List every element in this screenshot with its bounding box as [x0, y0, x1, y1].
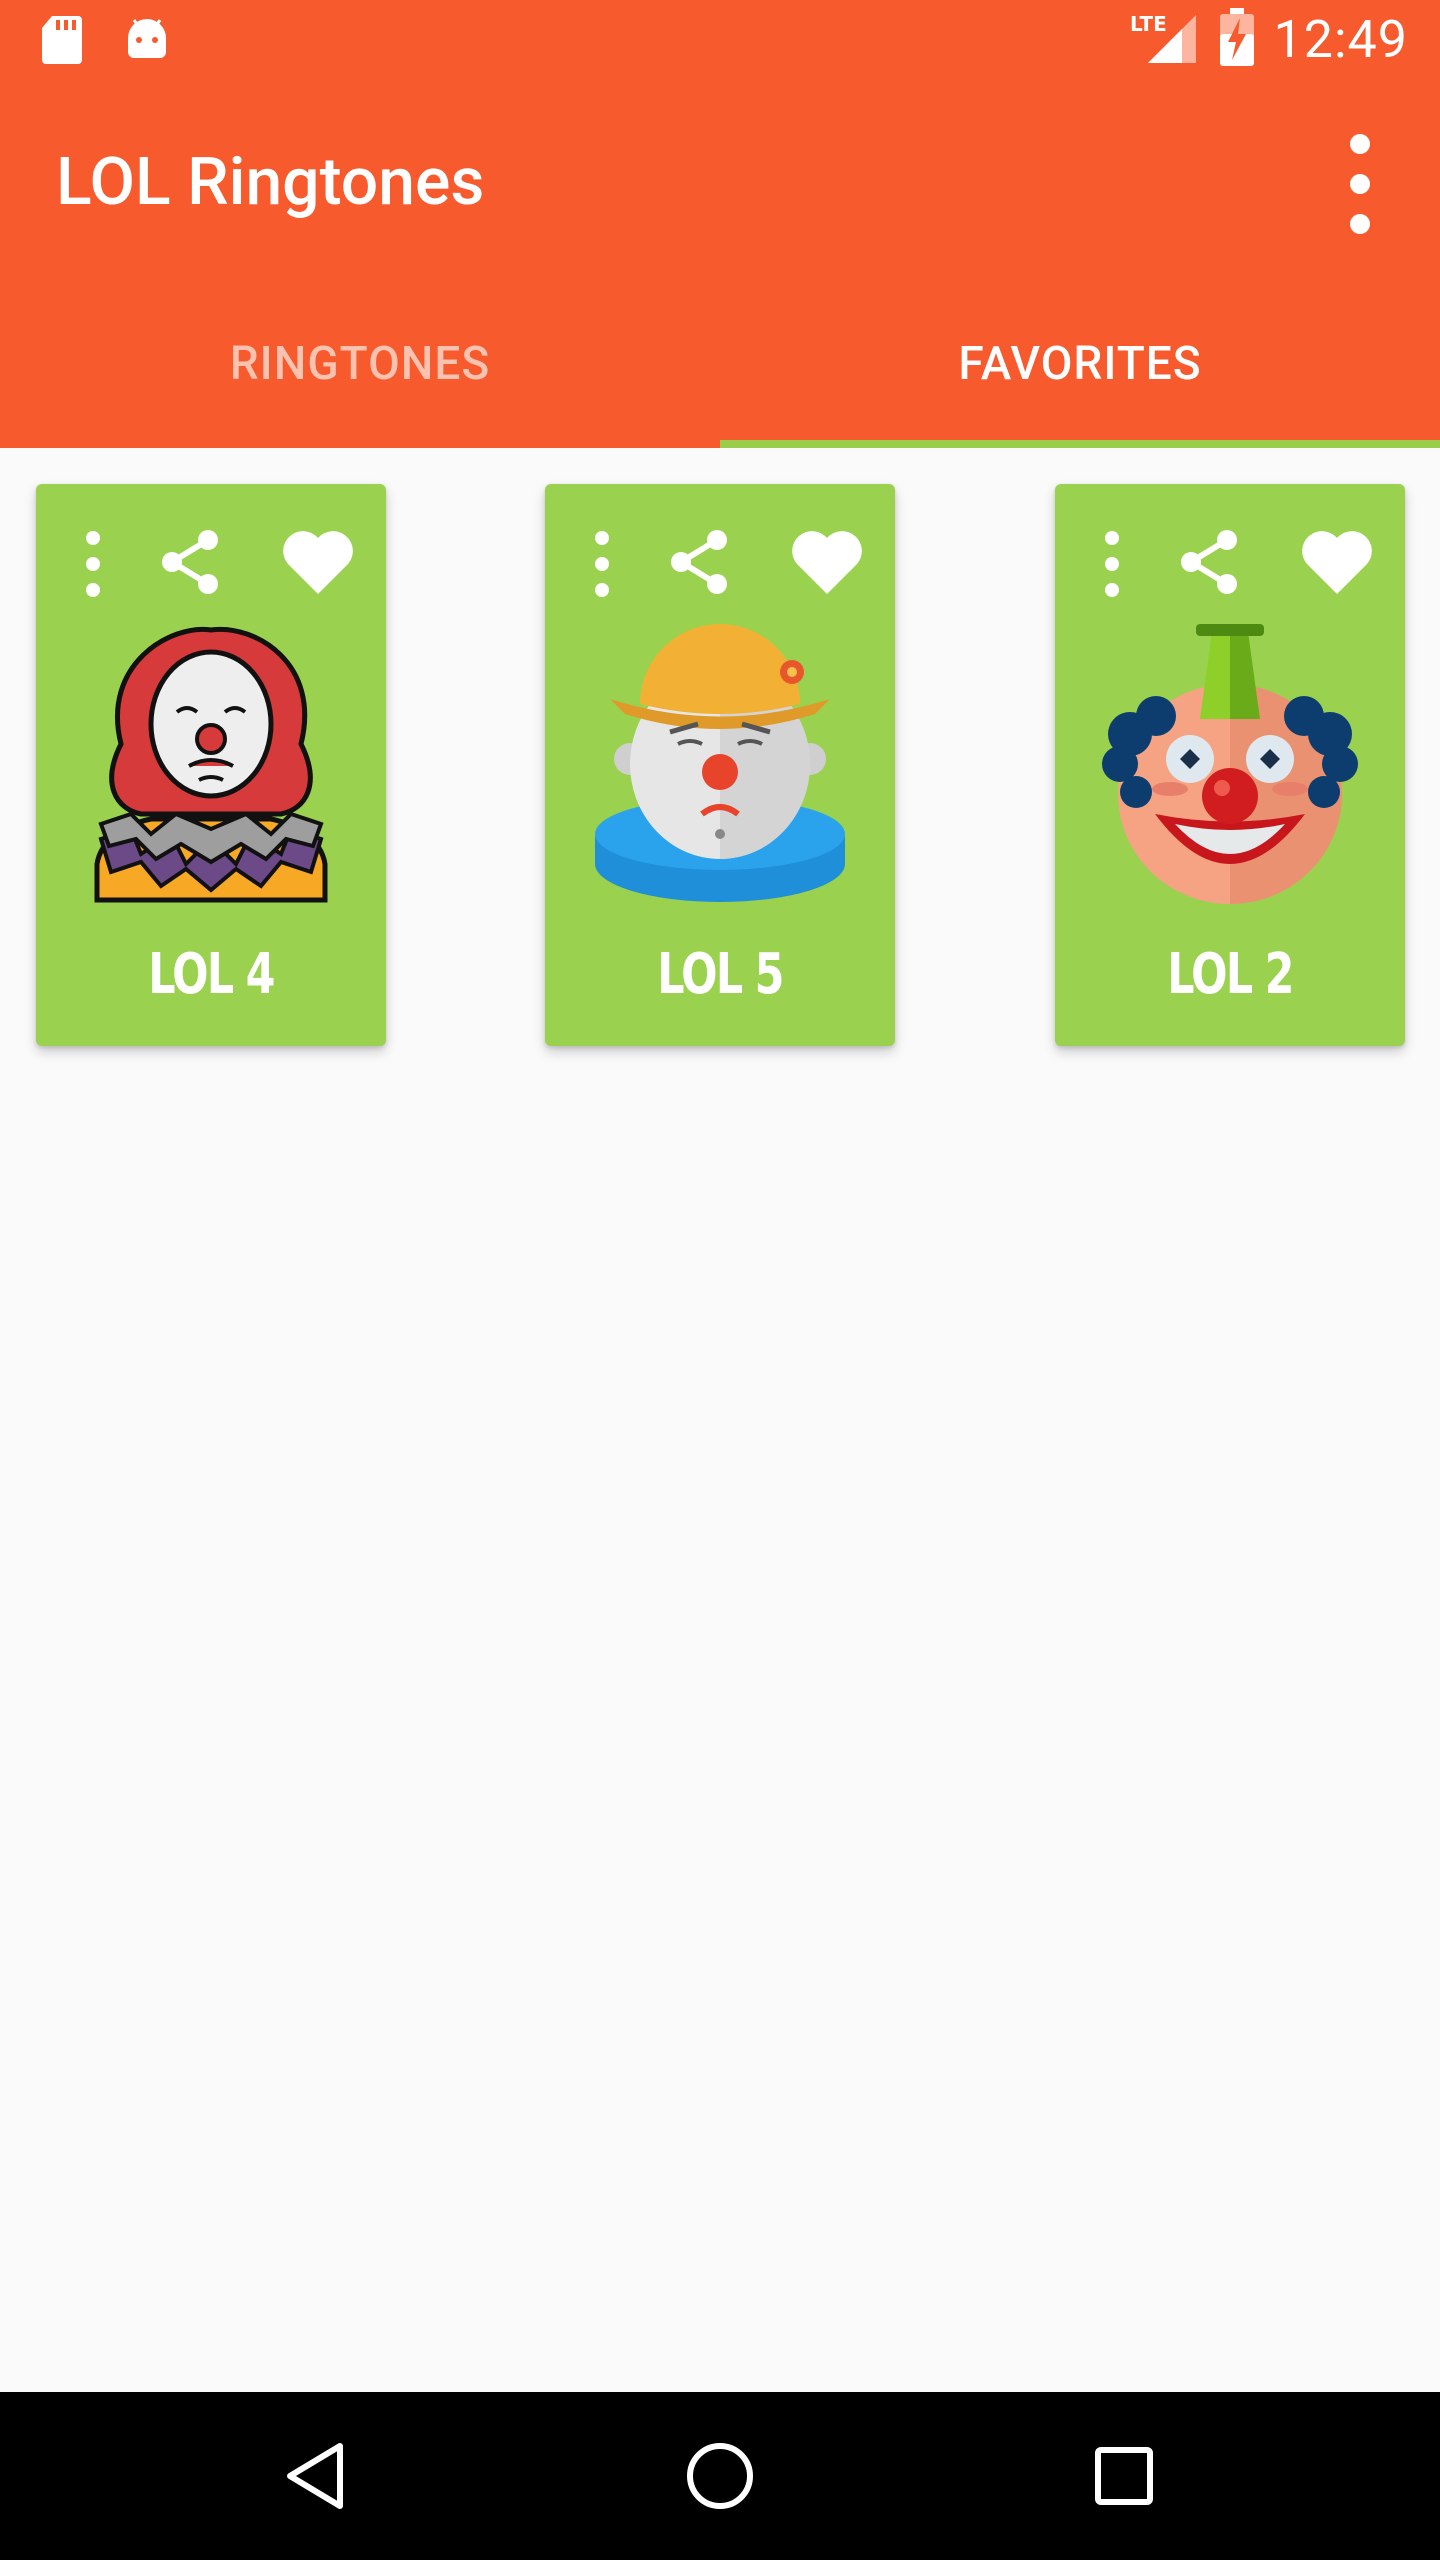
- status-time: 12:49: [1273, 8, 1408, 70]
- ringtone-card[interactable]: LOL 4: [36, 484, 386, 1046]
- card-title: LOL 5: [657, 942, 784, 1007]
- favorite-heart-icon[interactable]: [280, 528, 356, 600]
- back-icon[interactable]: [276, 2436, 356, 2516]
- home-icon[interactable]: [680, 2436, 760, 2516]
- share-icon[interactable]: [1173, 526, 1245, 602]
- pennywise-clown-icon: [81, 624, 341, 904]
- tab-bar: RINGTONES FAVORITES: [0, 280, 1440, 448]
- card-title: LOL 4: [148, 942, 275, 1007]
- app-title: LOL Ringtones: [56, 144, 485, 221]
- favorite-heart-icon[interactable]: [1299, 528, 1375, 600]
- share-icon[interactable]: [663, 526, 735, 602]
- recents-icon[interactable]: [1084, 2436, 1164, 2516]
- status-bar: LTE 12:49: [0, 0, 1440, 84]
- share-icon[interactable]: [154, 526, 226, 602]
- card-title: LOL 2: [1167, 942, 1294, 1007]
- more-vert-icon[interactable]: [1105, 531, 1119, 597]
- sd-card-icon: [40, 14, 84, 70]
- more-vert-icon[interactable]: [595, 531, 609, 597]
- sad-clown-icon: [590, 624, 850, 904]
- android-icon: [124, 14, 170, 70]
- favorite-heart-icon[interactable]: [789, 528, 865, 600]
- more-vert-icon[interactable]: [86, 531, 100, 597]
- system-nav-bar: [0, 2392, 1440, 2560]
- svg-text:LTE: LTE: [1130, 12, 1167, 36]
- ringtone-card[interactable]: LOL 5: [545, 484, 895, 1046]
- battery-charging-icon: [1219, 8, 1254, 70]
- ringtone-card[interactable]: LOL 2: [1055, 484, 1405, 1046]
- happy-clown-icon: [1100, 624, 1360, 904]
- more-vert-icon[interactable]: [1330, 134, 1390, 234]
- app-toolbar: LOL Ringtones: [0, 84, 1440, 280]
- lte-signal-icon: LTE: [1130, 9, 1200, 69]
- tab-favorites[interactable]: FAVORITES: [720, 280, 1440, 448]
- tab-ringtones[interactable]: RINGTONES: [0, 280, 720, 448]
